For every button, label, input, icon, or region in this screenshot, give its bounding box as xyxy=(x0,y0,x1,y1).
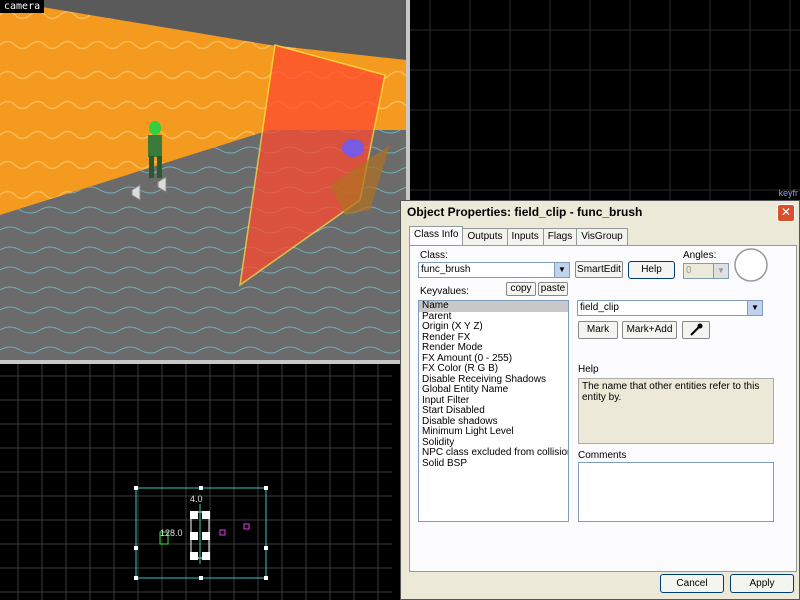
camera-scene xyxy=(0,0,406,360)
keyvalues-label: Keyvalues: xyxy=(420,286,469,297)
list-item[interactable]: FX Color (R G B) xyxy=(419,363,568,375)
grid-lines xyxy=(0,364,392,600)
list-item[interactable]: Solid BSP xyxy=(419,458,568,470)
tab-flags[interactable]: Flags xyxy=(542,228,578,246)
tab-class-info[interactable]: Class Info xyxy=(409,226,464,246)
list-item[interactable]: NPC class excluded from collisions xyxy=(419,447,568,459)
angles-dial[interactable] xyxy=(733,247,769,283)
tab-visgroup[interactable]: VisGroup xyxy=(576,228,628,246)
copy-button[interactable]: copy xyxy=(506,282,536,296)
help-button[interactable]: Help xyxy=(628,261,675,279)
close-button[interactable]: ✕ xyxy=(777,204,795,222)
cancel-button[interactable]: Cancel xyxy=(660,574,724,593)
keyvalues-list[interactable]: Name Parent Origin (X Y Z) Render FX Ren… xyxy=(418,300,569,522)
list-item[interactable]: Render Mode xyxy=(419,342,568,354)
top-right-viewport[interactable]: keyfr xyxy=(410,0,800,200)
camera-viewport[interactable]: camera xyxy=(0,0,406,360)
list-item[interactable]: Name xyxy=(419,301,568,312)
viewport-splitter-horizontal[interactable] xyxy=(0,360,406,364)
class-value: func_brush xyxy=(421,264,471,275)
dimension-height-label: 128.0 xyxy=(160,528,183,538)
dimension-width-label: 4.0 xyxy=(190,494,203,504)
chevron-down-icon[interactable]: ▼ xyxy=(747,301,762,315)
tab-inputs[interactable]: Inputs xyxy=(506,228,544,246)
tab-bar: Class Info Outputs Inputs Flags VisGroup xyxy=(409,226,628,246)
value-dropdown[interactable]: field_clip ▼ xyxy=(577,300,763,316)
value-text: field_clip xyxy=(580,302,619,313)
dialog-title: Object Properties: field_clip - func_bru… xyxy=(407,205,643,219)
dialog-titlebar[interactable]: Object Properties: field_clip - func_bru… xyxy=(401,201,799,223)
chevron-down-icon: ▼ xyxy=(713,264,728,278)
bottom-left-viewport[interactable]: 4.0 128.0 xyxy=(0,364,392,600)
angles-label: Angles: xyxy=(683,250,717,261)
smartedit-button[interactable]: SmartEdit xyxy=(575,261,623,278)
list-item[interactable]: Minimum Light Level xyxy=(419,426,568,438)
grid-lines xyxy=(410,0,800,200)
sphere-object[interactable] xyxy=(342,139,364,157)
angles-field: 0 ▼ xyxy=(683,263,729,279)
eyedropper-icon xyxy=(690,323,703,336)
viewport-label: keyfr xyxy=(778,188,798,198)
help-text: The name that other entities refer to th… xyxy=(582,381,760,403)
eyedropper-button[interactable] xyxy=(682,321,710,339)
help-text-box: The name that other entities refer to th… xyxy=(578,378,774,444)
angles-value: 0 xyxy=(686,265,692,276)
class-label: Class: xyxy=(420,250,448,261)
comments-label: Comments xyxy=(578,450,627,461)
list-item[interactable]: Start Disabled xyxy=(419,405,568,417)
apply-button[interactable]: Apply xyxy=(730,574,794,593)
viewport-label[interactable]: camera xyxy=(0,0,45,13)
paste-button[interactable]: paste xyxy=(538,282,568,296)
comments-textarea[interactable] xyxy=(578,462,774,522)
list-item[interactable]: Global Entity Name xyxy=(419,384,568,396)
list-item[interactable]: Origin (X Y Z) xyxy=(419,321,568,333)
class-dropdown[interactable]: func_brush ▼ xyxy=(418,262,570,278)
tab-outputs[interactable]: Outputs xyxy=(462,228,508,246)
mark-add-button[interactable]: Mark+Add xyxy=(622,321,677,339)
chevron-down-icon[interactable]: ▼ xyxy=(554,263,569,277)
mark-button[interactable]: Mark xyxy=(578,321,618,339)
close-icon: ✕ xyxy=(780,205,792,219)
help-section-label: Help xyxy=(578,364,599,375)
